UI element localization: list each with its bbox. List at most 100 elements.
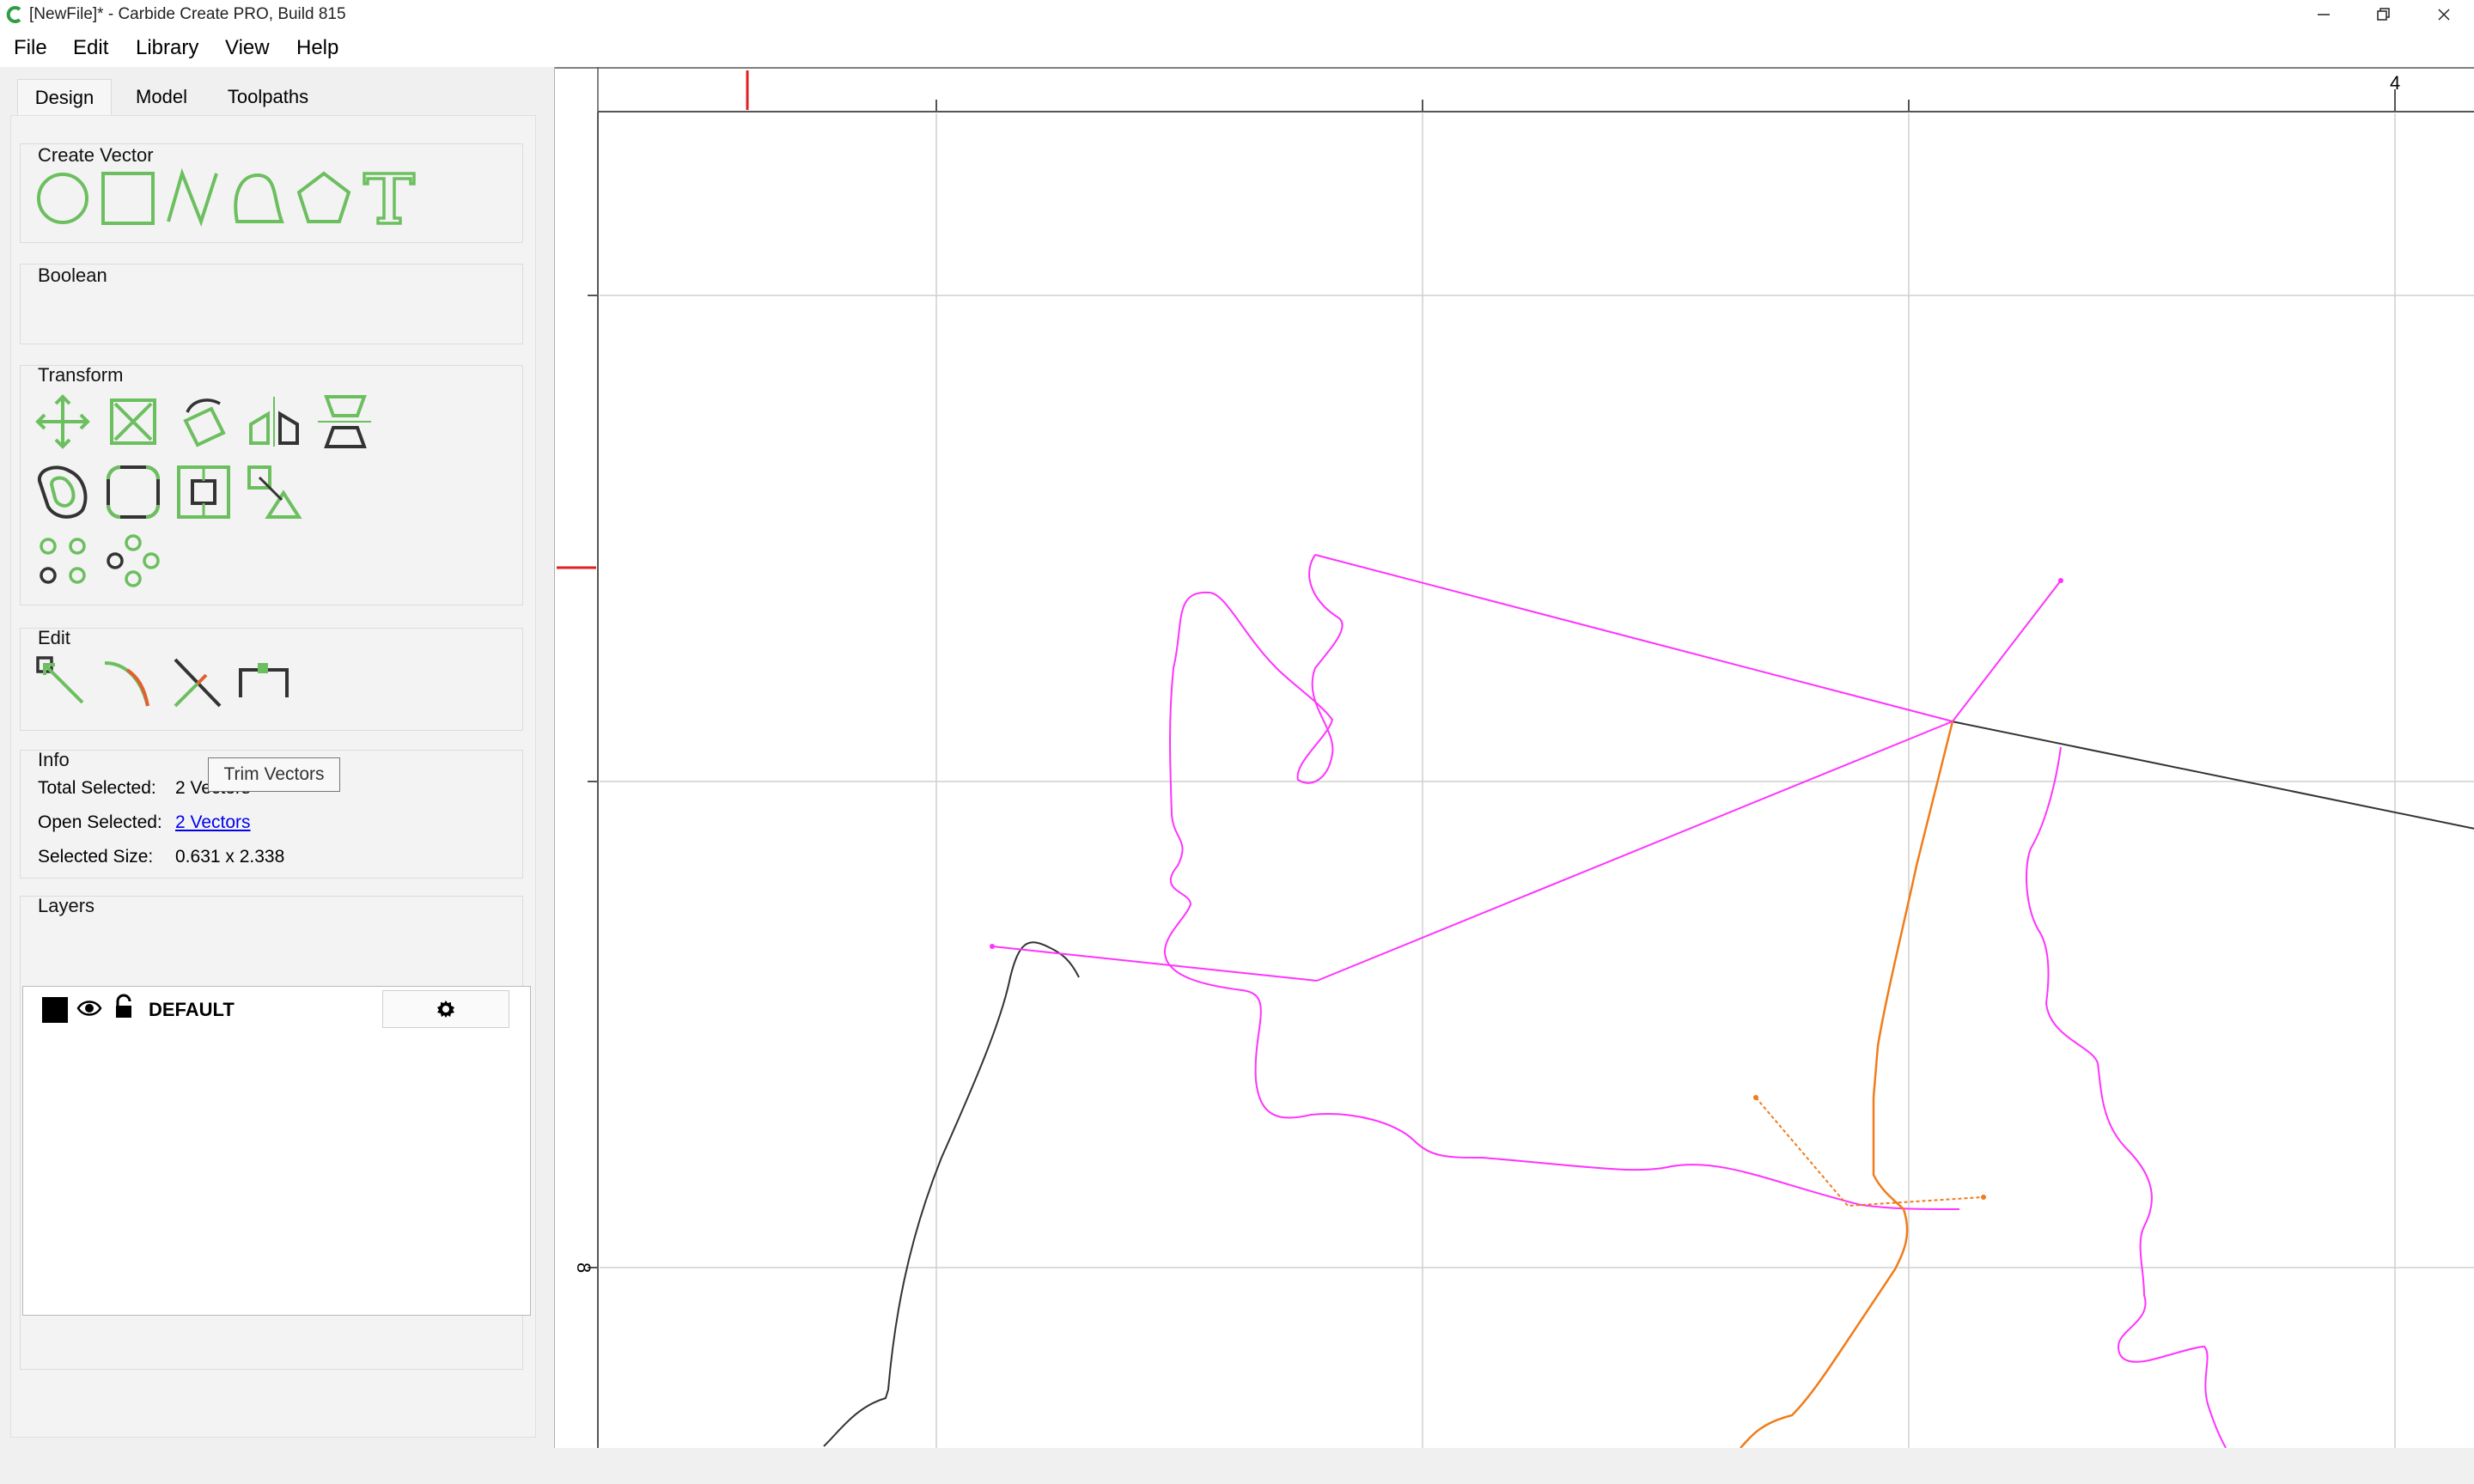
menu-help[interactable]: Help [296,36,338,60]
trim-icon [174,658,222,708]
close-icon [2438,9,2450,21]
eye-icon[interactable] [76,997,102,1019]
handle-point [1981,1195,1986,1200]
move-icon [35,394,90,449]
curve-icon [234,173,284,223]
handle-point [1753,1095,1758,1100]
black-vector-2 [1951,721,2474,830]
rectangle-icon [101,172,155,225]
create-vector-title: Create Vector [38,144,154,166]
trim-vectors-tooltip: Trim Vectors [208,757,340,792]
node-align-tool-button[interactable] [244,462,304,522]
black-vector-1 [823,941,1080,1447]
info-title: Info [38,749,70,770]
ruler-left-label: 8 [573,1262,594,1273]
status-bar [0,1448,2474,1484]
offset-tool-button[interactable] [33,462,93,522]
app-logo-icon [6,6,21,23]
polyline-icon [167,167,218,227]
node-edit-icon [36,656,84,704]
selected-size-value: 0.631 x 2.338 [175,847,285,867]
layer-row[interactable]: DEFAULT [23,987,530,1030]
transform-group: Transform [20,364,523,605]
left-ruler [555,67,598,1448]
scale-icon [110,398,156,445]
menu-bar: File Edit Library View Help [0,29,2474,67]
rotate-tool-button[interactable] [174,392,234,452]
selected-size-label: Selected Size: [38,847,154,867]
polyline-tool-button[interactable] [163,167,223,228]
join-icon [239,663,289,697]
circular-array-icon [40,538,86,584]
minimize-icon [2318,14,2330,15]
orange-vector-1 [1740,721,1954,1449]
transform-title: Transform [38,364,124,386]
boolean-group: Boolean [20,264,523,344]
align-icon [177,465,230,519]
node-icon [247,465,302,519]
text-tool-button[interactable] [359,168,419,228]
fillet-tool-button[interactable] [103,462,163,522]
ruler-top-label: 4 [2390,72,2400,94]
scale-tool-button[interactable] [103,392,163,452]
canvas-svg[interactable]: 4 8 [555,67,2474,1449]
handle-point [2058,578,2063,583]
node-edit-tool-button[interactable] [33,653,93,713]
mirror-icon [249,397,299,447]
edit-title: Edit [38,627,70,648]
create-vector-group: Create Vector [20,143,523,243]
orange-dashed-guide [1755,1097,1984,1207]
trim-tool-button[interactable] [167,653,227,713]
polygon-tool-button[interactable] [294,168,354,228]
title-bar: [NewFile]* - Carbide Create PRO, Build 8… [0,0,2474,29]
total-selected-label: Total Selected: [38,778,156,798]
rotate-icon [183,398,226,447]
menu-view[interactable]: View [225,36,270,60]
grid [600,113,2474,1448]
layers-list: DEFAULT [22,986,531,1316]
gear-icon [437,1000,454,1018]
menu-file[interactable]: File [14,36,47,60]
rect-array-icon [107,534,160,587]
boolean-title: Boolean [38,265,107,286]
fillet-icon [107,465,160,519]
curve-edit-icon [104,661,149,707]
tab-model[interactable]: Model [117,79,206,115]
menu-library[interactable]: Library [136,36,198,60]
tab-design[interactable]: Design [17,79,112,115]
curve-tool-button[interactable] [229,168,289,228]
circular-array-button[interactable] [33,531,93,591]
maximize-button[interactable] [2354,0,2414,29]
mirror-tool-button[interactable] [244,392,304,452]
rect-array-button[interactable] [103,531,163,591]
flip-tool-button[interactable] [314,392,375,452]
edit-group: Edit [20,627,523,731]
tab-toolpaths[interactable]: Toolpaths [210,79,326,115]
design-canvas[interactable]: 4 8 [554,67,2474,1449]
circle-tool-button[interactable] [33,168,93,228]
restore-icon [2377,8,2390,21]
unlock-icon[interactable] [113,994,137,1019]
curve-edit-tool-button[interactable] [100,653,160,713]
layer-settings-button[interactable] [382,990,509,1028]
close-button[interactable] [2414,0,2474,29]
window-title: [NewFile]* - Carbide Create PRO, Build 8… [29,5,346,23]
handle-point [990,944,995,949]
layer-name: DEFAULT [149,999,235,1020]
magenta-vector-3 [2026,746,2227,1449]
circle-icon [37,173,88,224]
join-tool-button[interactable] [234,653,294,713]
menu-edit[interactable]: Edit [73,36,108,60]
magenta-vector-1 [991,554,2062,982]
magenta-vector-2 [1163,554,1960,1210]
design-panel: Design Model Toolpaths Create Vector Boo… [10,69,536,1438]
text-icon [363,172,416,225]
rectangle-tool-button[interactable] [98,168,158,228]
minimize-button[interactable] [2294,0,2354,29]
layer-color-swatch[interactable] [42,997,68,1023]
offset-icon [37,465,88,519]
open-selected-link[interactable]: 2 Vectors [175,812,251,833]
top-ruler [555,67,2474,112]
align-tool-button[interactable] [174,462,234,522]
move-tool-button[interactable] [33,392,93,452]
